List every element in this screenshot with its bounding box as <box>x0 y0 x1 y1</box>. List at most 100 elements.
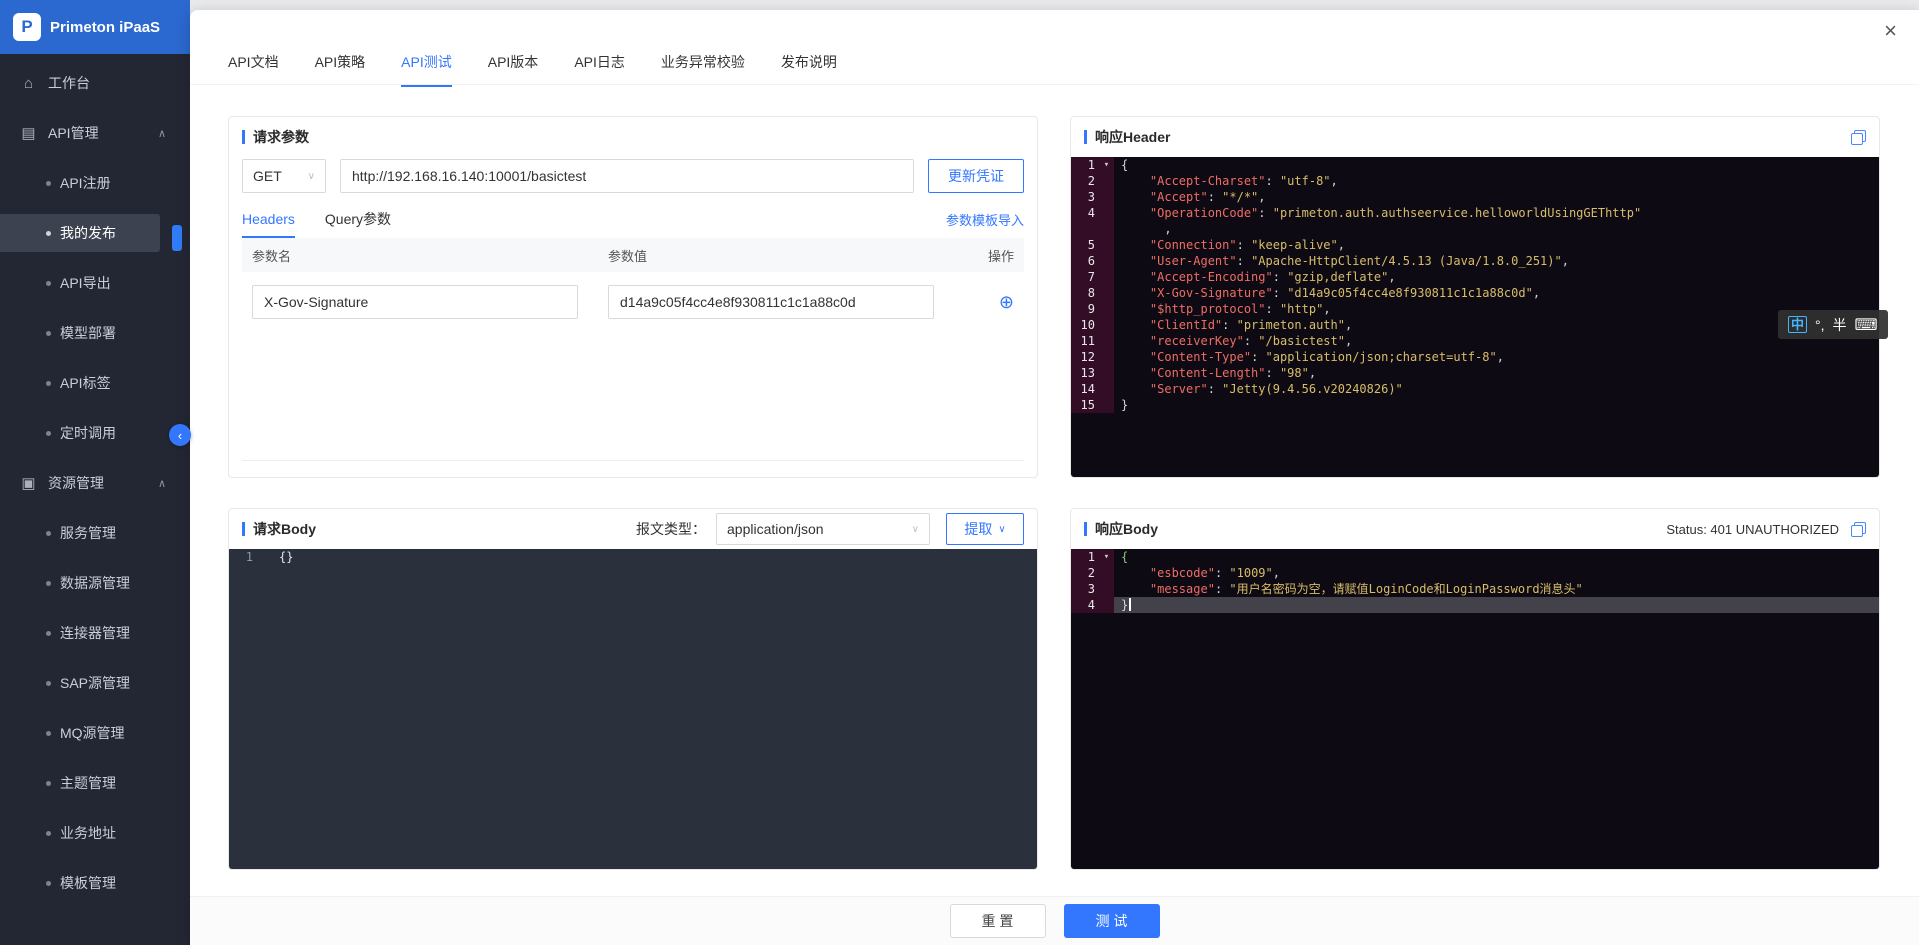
copy-icon[interactable] <box>1851 522 1866 537</box>
sidebar-item-8[interactable]: ▣资源管理∧ <box>0 458 190 508</box>
fold-gutter <box>1099 253 1114 269</box>
code-text: "Content-Type": "application/json;charse… <box>1114 349 1504 365</box>
code-line: 12 "Content-Type": "application/json;cha… <box>1071 349 1879 365</box>
sidebar-item-3[interactable]: 我的发布 <box>0 208 190 258</box>
fold-gutter <box>1099 269 1114 285</box>
fold-gutter <box>1099 581 1114 597</box>
tab-6[interactable]: 发布说明 <box>781 52 837 87</box>
tab-1[interactable]: API策略 <box>315 52 366 87</box>
sidebar-item-6[interactable]: API标签 <box>0 358 190 408</box>
extract-button[interactable]: 提取 ∨ <box>946 513 1024 545</box>
response-header-editor[interactable]: 1▾{2 "Accept-Charset": "utf-8",3 "Accept… <box>1071 157 1879 477</box>
line-number: 2 <box>1071 565 1099 581</box>
bullet-icon <box>46 181 51 186</box>
tab-5[interactable]: 业务异常校验 <box>661 52 745 87</box>
reset-button[interactable]: 重 置 <box>950 904 1046 938</box>
chevron-down-icon: ∨ <box>308 171 315 182</box>
close-icon[interactable]: × <box>1884 20 1897 42</box>
sidebar-item-11[interactable]: 连接器管理 <box>0 608 190 658</box>
line-number: 4 <box>1071 205 1099 221</box>
update-credential-button[interactable]: 更新凭证 <box>928 159 1024 193</box>
col-operation: 操作 <box>964 246 1014 265</box>
bullet-icon <box>46 681 51 686</box>
sidebar-item-13[interactable]: MQ源管理 <box>0 708 190 758</box>
content-type-select[interactable]: application/json ∨ <box>716 513 930 545</box>
sidebar-item-0[interactable]: ⌂工作台 <box>0 58 190 108</box>
url-input[interactable]: http://192.168.16.140:10001/basictest <box>340 159 914 193</box>
subtab-1[interactable]: Query参数 <box>325 209 391 238</box>
response-body-editor[interactable]: 1▾{2 "esbcode": "1009",3 "message": "用户名… <box>1071 549 1879 869</box>
line-number: 1 <box>1071 157 1099 173</box>
param-value-input[interactable]: d14a9c05f4cc4e8f930811c1c1a88c0d <box>608 285 934 319</box>
fold-icon[interactable]: ▾ <box>1099 549 1114 565</box>
code-text: "message": "用户名密码为空，请赋值LoginCode和LoginPa… <box>1114 581 1583 597</box>
sidebar-item-14[interactable]: 主题管理 <box>0 758 190 808</box>
tab-3[interactable]: API版本 <box>488 52 539 87</box>
col-param-value: 参数值 <box>608 246 964 265</box>
code-line: 1▾{ <box>1071 157 1879 173</box>
bullet-icon <box>46 631 51 636</box>
sidebar-item-4[interactable]: API导出 <box>0 258 190 308</box>
sidebar-item-label: 服务管理 <box>60 523 116 543</box>
sidebar-item-label: 工作台 <box>48 73 90 93</box>
request-subtabs: Headers Query参数 参数模板导入 <box>229 193 1037 238</box>
panel-title: 请求参数 <box>242 127 309 147</box>
line-number: 3 <box>1071 581 1099 597</box>
request-body-editor[interactable]: 1{} <box>229 549 1037 869</box>
sidebar-item-15[interactable]: 业务地址 <box>0 808 190 858</box>
sidebar-item-2[interactable]: API注册 <box>0 158 190 208</box>
tab-0[interactable]: API文档 <box>228 52 279 87</box>
add-param-icon[interactable]: ⊕ <box>964 293 1014 311</box>
divider <box>242 460 1024 461</box>
ime-mode: 中 <box>1788 316 1807 333</box>
code-line: 15} <box>1071 397 1879 413</box>
app-logo: P Primeton iPaaS <box>0 0 190 54</box>
sidebar-collapse-button[interactable]: ‹ <box>169 424 191 446</box>
param-name-input[interactable]: X-Gov-Signature <box>252 285 578 319</box>
sidebar-item-7[interactable]: 定时调用 <box>0 408 190 458</box>
sidebar-item-10[interactable]: 数据源管理 <box>0 558 190 608</box>
bullet-icon <box>46 281 51 286</box>
active-item-indicator <box>172 225 182 251</box>
fold-gutter <box>1099 565 1114 581</box>
copy-icon[interactable] <box>1851 130 1866 145</box>
sidebar-item-9[interactable]: 服务管理 <box>0 508 190 558</box>
chevron-down-icon: ∨ <box>998 524 1005 535</box>
code-text: } <box>1114 397 1128 413</box>
line-number: 1 <box>229 549 257 565</box>
code-text: "Accept-Charset": "utf-8", <box>1114 173 1338 189</box>
fold-gutter <box>1099 317 1114 333</box>
sidebar-item-label: 主题管理 <box>60 773 116 793</box>
bullet-icon <box>46 381 51 386</box>
line-number: 14 <box>1071 381 1099 397</box>
code-line: 7 "Accept-Encoding": "gzip,deflate", <box>1071 269 1879 285</box>
sidebar-item-16[interactable]: 模板管理 <box>0 858 190 908</box>
tab-2[interactable]: API测试 <box>401 52 452 87</box>
code-line: 2 "Accept-Charset": "utf-8", <box>1071 173 1879 189</box>
fold-gutter <box>257 549 272 565</box>
line-number: 12 <box>1071 349 1099 365</box>
sidebar-item-5[interactable]: 模型部署 <box>0 308 190 358</box>
code-line: 11 "receiverKey": "/basictest", <box>1071 333 1879 349</box>
test-button[interactable]: 测 试 <box>1064 904 1160 938</box>
sidebar-item-label: API注册 <box>60 173 111 193</box>
fold-icon[interactable]: ▾ <box>1099 157 1114 173</box>
sidebar-item-label: MQ源管理 <box>60 723 125 743</box>
sidebar-item-1[interactable]: ▤API管理∧ <box>0 108 190 158</box>
sidebar-item-label: API标签 <box>60 373 111 393</box>
http-method-select[interactable]: GET ∨ <box>242 159 326 193</box>
table-row: X-Gov-Signature d14a9c05f4cc4e8f930811c1c… <box>252 285 1014 319</box>
extract-label: 提取 <box>964 519 992 539</box>
code-line: 1▾{ <box>1071 549 1879 565</box>
code-line: 5 "Connection": "keep-alive", <box>1071 237 1879 253</box>
line-number: 2 <box>1071 173 1099 189</box>
bullet-icon <box>46 831 51 836</box>
code-line: 10 "ClientId": "primeton.auth", <box>1071 317 1879 333</box>
sidebar-item-12[interactable]: SAP源管理 <box>0 658 190 708</box>
line-number: 6 <box>1071 253 1099 269</box>
template-import-link[interactable]: 参数模板导入 <box>946 210 1024 238</box>
subtab-0[interactable]: Headers <box>242 211 295 238</box>
line-number: 10 <box>1071 317 1099 333</box>
tab-4[interactable]: API日志 <box>574 52 625 87</box>
modal-footer: 重 置 测 试 <box>190 896 1919 945</box>
